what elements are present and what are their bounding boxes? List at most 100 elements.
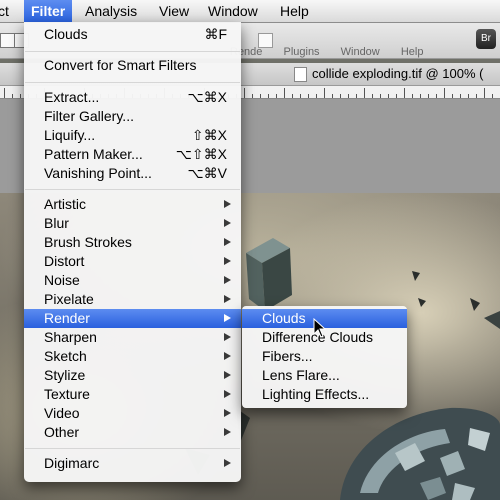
menu-item-label: Sharpen: [44, 329, 97, 345]
ruler-tick: [244, 88, 245, 98]
menu-item-render[interactable]: Render: [24, 309, 241, 328]
ruler-tick: [388, 94, 389, 98]
submenu-arrow-icon: [224, 257, 231, 265]
menu-item-shortcut: ⌥⌘X: [187, 89, 227, 105]
submenu-arrow-icon: [224, 238, 231, 246]
menu-item-label: Artistic: [44, 196, 86, 212]
shard: [470, 298, 480, 311]
panel-menus: Rende Plugins Window Help: [230, 46, 441, 60]
submenu-arrow-icon: [224, 459, 231, 467]
menu-item-artistic[interactable]: Artistic: [24, 195, 241, 214]
submenu-arrow-icon: [224, 371, 231, 379]
menu-separator: [25, 82, 240, 83]
menu-item-label: Lens Flare...: [262, 367, 340, 383]
bridge-icon[interactable]: Br: [476, 29, 496, 49]
filter-menu: Clouds ⌘F Convert for Smart Filters Extr…: [24, 22, 241, 482]
menu-item-label: Pixelate: [44, 291, 94, 307]
submenu-arrow-icon: [224, 409, 231, 417]
ruler-tick: [284, 88, 285, 98]
ruler-tick: [300, 94, 301, 98]
menu-item-convert-smart-filters[interactable]: Convert for Smart Filters: [24, 56, 241, 75]
menu-item-pattern-maker[interactable]: Pattern Maker... ⌥⇧⌘X: [24, 145, 241, 164]
ruler-tick: [484, 88, 485, 98]
menu-item-vanishing-point[interactable]: Vanishing Point... ⌥⌘V: [24, 164, 241, 183]
shard: [484, 311, 500, 329]
menu-filter[interactable]: Filter: [24, 0, 73, 22]
menu-view[interactable]: View: [152, 0, 196, 22]
ruler-tick: [436, 94, 437, 98]
menu-item-label: Extract...: [44, 89, 100, 105]
ruler-tick: [316, 94, 317, 98]
ruler-tick: [276, 94, 277, 98]
submenu-arrow-icon: [224, 295, 231, 303]
menu-item-pixelate[interactable]: Pixelate: [24, 290, 241, 309]
shard: [418, 298, 426, 307]
menu-item-label: Clouds: [262, 310, 306, 326]
menu-item-noise[interactable]: Noise: [24, 271, 241, 290]
menu-item-shortcut: ⌥⌘V: [187, 165, 227, 181]
ruler-tick: [348, 94, 349, 98]
submenu-arrow-icon: [224, 333, 231, 341]
menu-item-stylize[interactable]: Stylize: [24, 366, 241, 385]
panel-menu-window[interactable]: Window: [341, 46, 380, 58]
submenu-item-fibers[interactable]: Fibers...: [242, 347, 407, 366]
ruler-tick: [380, 94, 381, 98]
menu-item-clouds-last-filter[interactable]: Clouds ⌘F: [24, 25, 241, 44]
tool-option-icon[interactable]: [0, 33, 15, 48]
submenu-arrow-icon: [224, 314, 231, 322]
menu-item-label: Filter Gallery...: [44, 108, 134, 124]
submenu-arrow-icon: [224, 428, 231, 436]
menu-item-sharpen[interactable]: Sharpen: [24, 328, 241, 347]
submenu-item-lighting-effects[interactable]: Lighting Effects...: [242, 385, 407, 404]
menu-item-liquify[interactable]: Liquify... ⇧⌘X: [24, 126, 241, 145]
ruler-tick: [4, 88, 5, 98]
ruler-tick: [492, 94, 493, 98]
submenu-arrow-icon: [224, 352, 231, 360]
menu-item-label: Liquify...: [44, 127, 96, 143]
menu-item-extract[interactable]: Extract... ⌥⌘X: [24, 88, 241, 107]
menu-item-digimarc[interactable]: Digimarc: [24, 454, 241, 473]
menu-item-label: Lighting Effects...: [262, 386, 370, 402]
menu-item-label: Blur: [44, 215, 69, 231]
ruler-tick: [428, 94, 429, 98]
menu-item-other[interactable]: Other: [24, 423, 241, 442]
menu-item-distort[interactable]: Distort: [24, 252, 241, 271]
menu-item-label: Noise: [44, 272, 80, 288]
document-tab[interactable]: collide exploding.tif @ 100% (: [290, 63, 483, 85]
ruler-tick: [396, 94, 397, 98]
menubar: ct Filter Analysis View Window Help: [0, 0, 500, 23]
menu-item-texture[interactable]: Texture: [24, 385, 241, 404]
ruler-tick: [324, 88, 325, 98]
ruler-tick: [444, 88, 445, 98]
menu-item-label: Vanishing Point...: [44, 165, 152, 181]
menu-window[interactable]: Window: [201, 0, 265, 22]
panel-menu-plugins[interactable]: Plugins: [283, 46, 319, 58]
ruler-tick: [332, 94, 333, 98]
menu-item-sketch[interactable]: Sketch: [24, 347, 241, 366]
menu-item-blur[interactable]: Blur: [24, 214, 241, 233]
submenu-arrow-icon: [224, 219, 231, 227]
menu-separator: [25, 51, 240, 52]
menu-item-brush-strokes[interactable]: Brush Strokes: [24, 233, 241, 252]
ruler-tick: [20, 94, 21, 98]
menu-item-label: Stylize: [44, 367, 86, 383]
menu-photoshop-partial[interactable]: ct: [0, 0, 16, 22]
menu-item-label: Render: [44, 310, 90, 326]
document-file-icon: [294, 67, 307, 82]
ruler-tick: [308, 94, 309, 98]
menu-help[interactable]: Help: [273, 0, 316, 22]
submenu-item-lens-flare[interactable]: Lens Flare...: [242, 366, 407, 385]
menu-item-label: Sketch: [44, 348, 87, 364]
menu-item-video[interactable]: Video: [24, 404, 241, 423]
ruler-tick: [12, 94, 13, 98]
menu-item-shortcut: ⌘F: [204, 26, 227, 42]
ruler-tick: [364, 88, 365, 98]
menu-item-label: Brush Strokes: [44, 234, 132, 250]
menu-analysis[interactable]: Analysis: [78, 0, 144, 22]
panel-menu-help[interactable]: Help: [401, 46, 424, 58]
menu-item-label: Clouds: [44, 26, 88, 42]
menu-item-filter-gallery[interactable]: Filter Gallery...: [24, 107, 241, 126]
ruler-tick: [372, 94, 373, 98]
mouse-pointer-icon: [313, 318, 327, 338]
ruler-tick: [260, 94, 261, 98]
